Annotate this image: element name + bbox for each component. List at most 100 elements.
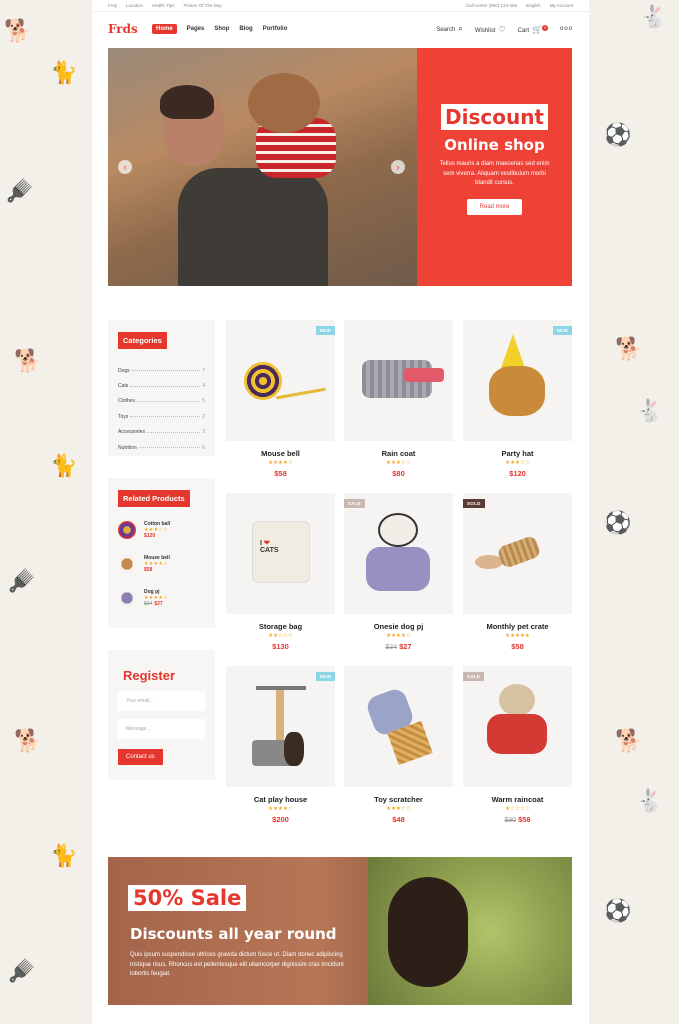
more-icon[interactable]: ooo — [560, 26, 573, 32]
price: $120 — [509, 469, 526, 478]
product-image[interactable]: SALE — [344, 493, 453, 614]
message-field[interactable]: Message... — [118, 719, 205, 739]
related-product-item[interactable]: Dog pj ★★★★☆ $34 $27 — [118, 581, 205, 615]
product-image[interactable]: SALE — [463, 666, 572, 787]
product-tag-badge: SOLD — [463, 499, 485, 508]
product-name[interactable]: Storage bag — [226, 622, 335, 631]
banner-text: Quis ipsum suspendisse ultrices gravida … — [130, 952, 344, 978]
related-products-widget: Related Products Cotton ball ★★★☆☆ $120 Mou… — [108, 478, 215, 628]
price: $58 — [511, 642, 524, 651]
cart-button[interactable]: Cart 🛒 0 — [518, 24, 548, 34]
nav-portfolio[interactable]: Portfolio — [263, 26, 288, 32]
product-card[interactable]: SALE Warm raincoat ★☆☆☆☆ $90 $58 — [463, 666, 572, 824]
categories-widget: Categories Dogs 7 Cats 4 Clothes 5 Toys 2 Access… — [108, 320, 215, 456]
doodle-dog-icon: 🐕 — [14, 728, 42, 753]
product-name[interactable]: Warm raincoat — [463, 795, 572, 804]
prev-arrow-icon[interactable]: ‹ — [118, 160, 132, 174]
price: $58 — [518, 815, 531, 824]
rating-stars: ★★☆☆☆ — [268, 633, 293, 639]
rating-stars: ★☆☆☆☆ — [505, 806, 530, 812]
topbar-health-link[interactable]: Health Tips — [152, 3, 175, 8]
category-count: 4 — [202, 383, 205, 390]
category-item[interactable]: Cats 4 — [118, 378, 205, 393]
banner-sale-title: 50% Sale — [128, 885, 247, 911]
category-item[interactable]: Toys 2 — [118, 409, 205, 424]
rating-stars: ★★★★☆ — [268, 460, 293, 466]
product-card[interactable]: I ❤ CATS Storage bag ★★☆☆☆ $130 — [226, 493, 335, 651]
product-image[interactable]: SOLD — [463, 493, 572, 614]
topbar-call-center: Call center (800) 123-456 — [465, 3, 517, 8]
product-tag-badge: NEW — [315, 326, 335, 335]
product-name[interactable]: Rain coat — [344, 449, 453, 458]
related-product-item[interactable]: Cotton ball ★★★☆☆ $120 — [118, 513, 205, 547]
cart-count-badge: 0 — [541, 24, 548, 31]
hero-text: Tellus mauris a diam maecenas sed enim s… — [439, 161, 550, 187]
product-card[interactable]: SALE Onesie dog pj ★★★★☆ $34 $27 — [344, 493, 453, 651]
read-more-button[interactable]: Read more — [466, 198, 523, 215]
doodle-ball-icon: ⚽ — [604, 510, 632, 535]
product-tag-badge: SALE — [463, 672, 485, 681]
product-image[interactable]: NEW — [226, 666, 335, 787]
product-card[interactable]: SOLD Monthly pet crate ★★★★★ $58 — [463, 493, 572, 651]
next-arrow-icon[interactable]: › — [391, 160, 405, 174]
wishlist-button[interactable]: Wishlist ♡ — [475, 25, 506, 34]
product-name[interactable]: Toy scratcher — [344, 795, 453, 804]
price: $120 — [144, 533, 156, 539]
hero-discount-title: Discount — [441, 104, 548, 130]
sale-banner: 50% Sale Discounts all year round Quis i… — [108, 857, 572, 1005]
product-name[interactable]: Party hat — [463, 449, 572, 458]
product-image[interactable] — [344, 666, 453, 787]
nav-home[interactable]: Home — [152, 24, 177, 34]
category-label: Nutrition — [118, 444, 137, 451]
product-tag-badge: NEW — [552, 326, 572, 335]
topbar-faq-link[interactable]: FAQ — [108, 3, 117, 8]
contact-us-button[interactable]: Contact us — [118, 749, 163, 765]
doodle-dog-icon: 🐕 — [615, 728, 643, 753]
product-name[interactable]: Mouse bell — [226, 449, 335, 458]
product-name[interactable]: Monthly pet crate — [463, 622, 572, 631]
category-count: 7 — [202, 367, 205, 374]
nav-blog[interactable]: Blog — [239, 26, 252, 32]
category-label: Cats — [118, 383, 129, 390]
product-card[interactable]: NEW Party hat ★★★☆☆ $120 — [463, 320, 572, 478]
topbar-location-link[interactable]: Location — [126, 3, 143, 8]
doodle-cat-icon: 🐈 — [50, 843, 78, 868]
category-item[interactable]: Clothes 5 — [118, 394, 205, 409]
price: $48 — [392, 815, 405, 824]
category-item[interactable]: Dogs 7 — [118, 363, 205, 378]
category-item[interactable]: Accessories 3 — [118, 425, 205, 440]
product-image[interactable]: NEW — [463, 320, 572, 441]
language-select[interactable]: English — [526, 3, 541, 8]
product-name[interactable]: Cat play house — [226, 795, 335, 804]
category-item[interactable]: Nutrition 6 — [118, 440, 205, 455]
product-image[interactable] — [344, 320, 453, 441]
product-card[interactable]: NEW Mouse bell ★★★★☆ $58 — [226, 320, 335, 478]
doodle-dog-icon: 🐕 — [615, 336, 643, 361]
cart-icon: 🛒 — [532, 24, 542, 34]
rating-stars: ★★★★★ — [505, 633, 530, 639]
search-button[interactable]: Search ⌕ — [436, 24, 463, 34]
product-tag-badge: NEW — [315, 672, 335, 681]
topbar-picture-link[interactable]: Picture Of The Day — [184, 3, 222, 8]
product-name[interactable]: Onesie dog pj — [344, 622, 453, 631]
product-image[interactable]: I ❤ CATS — [226, 493, 335, 614]
product-card[interactable]: Rain coat ★★★☆☆ $80 — [344, 320, 453, 478]
email-field[interactable]: Your email... — [118, 691, 205, 711]
product-card[interactable]: NEW Cat play house ★★★★☆ $200 — [226, 666, 335, 824]
product-image[interactable]: NEW — [226, 320, 335, 441]
logo[interactable]: Frds — [108, 22, 152, 36]
price: $200 — [272, 815, 289, 824]
categories-title: Categories — [118, 332, 167, 349]
price: $27 — [399, 642, 412, 651]
nav-pages[interactable]: Pages — [187, 26, 205, 32]
product-card[interactable]: Toy scratcher ★★★☆☆ $48 — [344, 666, 453, 824]
related-title: Related Products — [118, 490, 190, 507]
product-tag-badge: SALE — [344, 499, 366, 508]
doodle-ball-icon: ⚽ — [604, 122, 632, 147]
hero-slider: ‹ › Discount Online shop Tellus mauris a… — [108, 48, 572, 286]
my-account-link[interactable]: My Account — [550, 3, 573, 8]
rating-stars: ★★★☆☆ — [386, 460, 411, 466]
related-product-item[interactable]: Mouse bell ★★★★☆ $58 — [118, 547, 205, 581]
price: $58 — [144, 567, 153, 573]
nav-shop[interactable]: Shop — [214, 26, 229, 32]
